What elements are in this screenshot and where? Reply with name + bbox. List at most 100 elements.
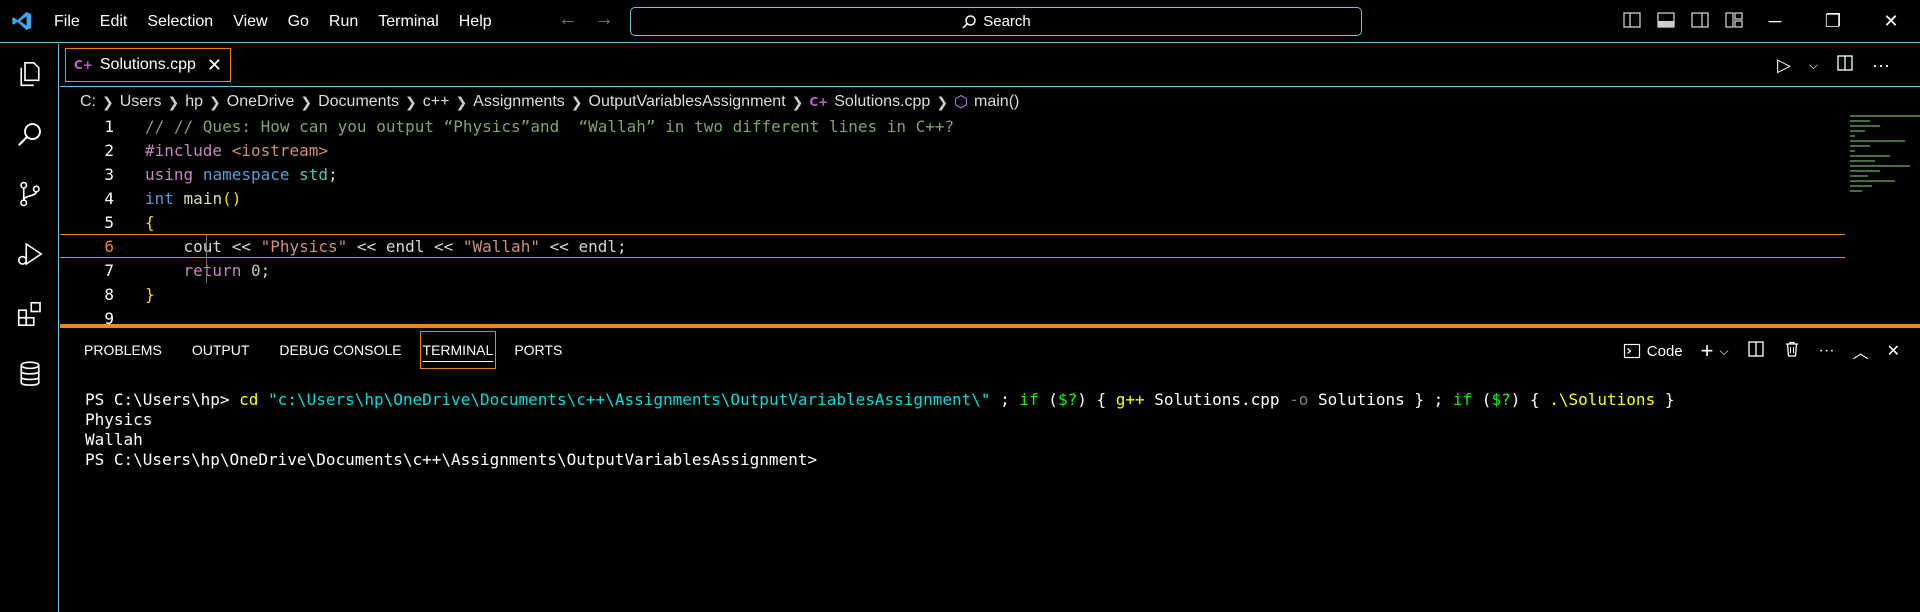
code-text: int main() <box>145 189 241 208</box>
code-line[interactable]: 1 // // Ques: How can you output “Physics… <box>60 114 1845 138</box>
terminal-dropdown-chevron-icon[interactable]: ⌵ <box>1719 344 1728 359</box>
tab-output[interactable]: OUTPUT <box>180 332 262 368</box>
code-line[interactable]: 3 using namespace std; <box>60 162 1845 186</box>
minimap[interactable] <box>1850 115 1920 225</box>
back-arrow-icon[interactable]: ← <box>558 8 578 31</box>
toggle-primary-sidebar-icon[interactable] <box>1622 10 1644 32</box>
tab-debug-console[interactable]: DEBUG CONSOLE <box>267 332 413 368</box>
maximize-panel-chevron-up-icon[interactable]: ︿ <box>1853 339 1869 363</box>
kill-terminal-trash-icon[interactable] <box>1783 340 1801 363</box>
terminal-icon <box>1623 343 1640 359</box>
code-line[interactable]: 7 return 0; <box>60 258 1845 282</box>
code-text: // // Ques: How can you output “Physics”… <box>145 117 954 136</box>
breadcrumb-item[interactable]: Documents <box>318 93 399 111</box>
breadcrumb-item[interactable]: c++ <box>423 93 450 111</box>
terminal-profile[interactable]: Code <box>1623 342 1683 360</box>
close-window-icon[interactable]: ✕ <box>1862 0 1920 43</box>
terminal-output[interactable]: PS C:\Users\hp> cd "c:\Users\hp\OneDrive… <box>85 390 1674 470</box>
split-terminal-icon[interactable] <box>1747 340 1765 363</box>
menu-edit[interactable]: Edit <box>90 0 138 43</box>
database-icon[interactable] <box>0 344 59 404</box>
new-terminal-plus-icon[interactable]: + <box>1701 338 1714 364</box>
menu-file[interactable]: File <box>44 0 90 43</box>
breadcrumb-symbol[interactable]: main() <box>974 93 1019 111</box>
tab-problems[interactable]: PROBLEMS <box>72 332 174 368</box>
menu-help[interactable]: Help <box>449 0 502 43</box>
cmd-arg: Solutions <box>1308 390 1405 409</box>
menu-selection[interactable]: Selection <box>137 0 223 43</box>
tab-ports[interactable]: PORTS <box>502 332 574 368</box>
tab-terminal[interactable]: TERMINAL <box>419 331 497 369</box>
bottom-panel: PROBLEMS OUTPUT DEBUG CONSOLE TERMINAL P… <box>60 328 1920 612</box>
chevron-right-icon: ❯ <box>405 93 417 110</box>
more-actions-icon[interactable]: ··· <box>1872 55 1890 76</box>
terminal-prompt: PS C:\Users\hp\OneDrive\Documents\c++\As… <box>85 450 818 469</box>
panel-tabs: PROBLEMS OUTPUT DEBUG CONSOLE TERMINAL P… <box>60 328 580 372</box>
menu-go[interactable]: Go <box>278 0 319 43</box>
code-token: #include <box>145 140 232 160</box>
code-editor[interactable]: 1 // // Ques: How can you output “Physics… <box>60 114 1920 328</box>
line-number: 5 <box>104 212 114 232</box>
code-token: { <box>145 212 155 232</box>
cmd-paren: ) { <box>1077 390 1116 409</box>
menu-run[interactable]: Run <box>319 0 368 43</box>
close-tab-icon[interactable]: ✕ <box>207 55 222 76</box>
customize-layout-icon[interactable] <box>1724 10 1746 32</box>
split-editor-icon[interactable] <box>1836 54 1854 77</box>
line-number: 2 <box>104 140 114 160</box>
breadcrumb-file[interactable]: Solutions.cpp <box>834 93 930 111</box>
command-center-search[interactable]: Search <box>630 7 1362 36</box>
panel-more-actions-icon[interactable]: ··· <box>1819 342 1835 360</box>
menu-view[interactable]: View <box>223 0 277 43</box>
search-view-icon[interactable] <box>0 104 59 164</box>
code-line[interactable]: 4 int main() <box>60 186 1845 210</box>
breadcrumb-item[interactable]: OutputVariablesAssignment <box>589 93 786 111</box>
close-panel-icon[interactable]: ✕ <box>1887 341 1900 361</box>
tab-solutions-cpp[interactable]: C+ Solutions.cpp ✕ <box>65 48 231 82</box>
code-token: main <box>183 188 223 208</box>
code-token: "Wallah" <box>462 236 540 256</box>
line-number: 7 <box>104 260 114 280</box>
terminal-command-line: PS C:\Users\hp> cd "c:\Users\hp\OneDrive… <box>85 390 1674 410</box>
cmd-paren: ( <box>1038 390 1058 409</box>
toggle-secondary-sidebar-icon[interactable] <box>1690 10 1712 32</box>
chevron-right-icon: ❯ <box>102 93 114 110</box>
menu-terminal[interactable]: Terminal <box>368 0 448 43</box>
code-text: { <box>145 213 155 232</box>
code-line[interactable]: 5{ <box>60 210 1845 234</box>
breadcrumb-item[interactable]: C: <box>80 93 96 111</box>
cmd-run-exe: .\Solutions <box>1549 390 1656 409</box>
cmd-gpp: g++ <box>1115 390 1145 409</box>
minimize-icon[interactable]: ─ <box>1746 0 1804 43</box>
code-line[interactable]: 2 #include <iostream> <box>60 138 1845 162</box>
breadcrumb-item[interactable]: hp <box>185 93 203 111</box>
code-token: 0 <box>250 260 261 280</box>
cmd-flag: -o <box>1289 390 1309 409</box>
breadcrumb-item[interactable]: Assignments <box>473 93 565 111</box>
explorer-icon[interactable] <box>0 44 59 104</box>
chevron-right-icon: ❯ <box>455 93 468 110</box>
terminal-profile-label: Code <box>1646 342 1683 360</box>
tab-label: Solutions.cpp <box>99 56 196 73</box>
line-number: 8 <box>104 284 114 304</box>
code-line[interactable]: 6 cout << "Physics" << endl << "Wallah" … <box>60 234 1845 258</box>
run-and-debug-icon[interactable] <box>0 224 59 284</box>
cpp-file-icon: C+ <box>809 95 829 109</box>
cd-path: "c:\Users\hp\OneDrive\Documents\c++\Assi… <box>268 390 991 409</box>
run-code-icon[interactable]: ▷ <box>1777 55 1791 76</box>
run-dropdown-chevron-icon[interactable]: ⌵ <box>1809 58 1818 73</box>
code-token: // // Ques: How can you output “Physics”… <box>145 116 955 136</box>
code-line[interactable]: 8} <box>60 282 1845 306</box>
code-text: } <box>145 285 155 304</box>
code-text: cout << "Physics" << endl << "Wallah" <<… <box>145 237 627 256</box>
source-control-icon[interactable] <box>0 164 59 224</box>
forward-arrow-icon[interactable]: → <box>594 8 614 31</box>
extensions-icon[interactable] <box>0 284 59 344</box>
breadcrumb-item[interactable]: OneDrive <box>227 93 295 111</box>
restore-icon[interactable]: ❐ <box>1804 0 1862 43</box>
breadcrumb-item[interactable]: Users <box>120 93 162 111</box>
toggle-panel-icon[interactable] <box>1656 10 1678 32</box>
